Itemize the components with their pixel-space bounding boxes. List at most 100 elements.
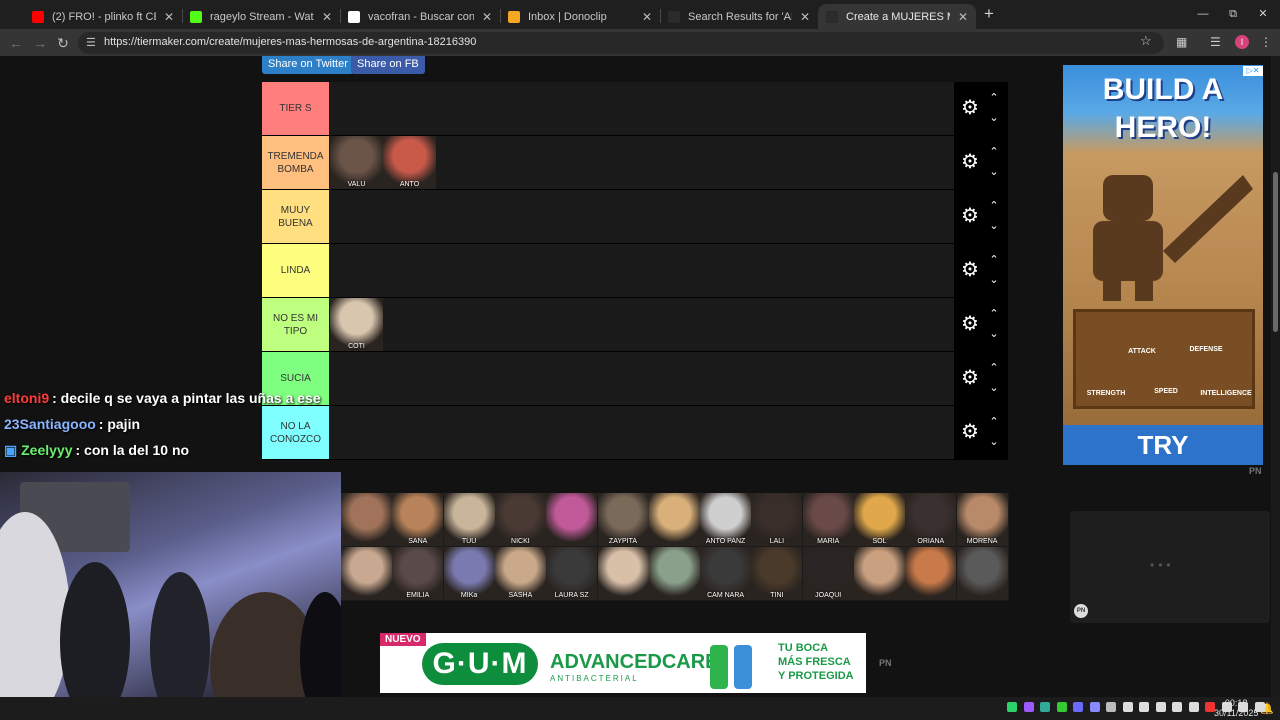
- tier-item-image[interactable]: [597, 547, 649, 600]
- tier-item-image[interactable]: MARIA: [802, 493, 854, 546]
- browser-tab[interactable]: rageylo Stream - Watch Live on ✕: [182, 4, 340, 29]
- share-twitter-button[interactable]: Share on Twitter: [262, 56, 354, 74]
- tray-icon[interactable]: [1089, 702, 1100, 712]
- tier-label[interactable]: TREMENDA BOMBA: [262, 136, 329, 189]
- move-down-icon[interactable]: ⌄: [986, 274, 1002, 286]
- move-up-icon[interactable]: ⌃: [986, 146, 1002, 158]
- tray-icon[interactable]: [1221, 702, 1232, 712]
- tier-item-image[interactable]: [648, 493, 700, 546]
- tier-item-image[interactable]: [341, 493, 392, 546]
- page-scrollbar[interactable]: [1271, 56, 1280, 697]
- tier-item-image[interactable]: [854, 547, 905, 600]
- tray-icon[interactable]: [1073, 702, 1083, 712]
- tier-item-image[interactable]: MIKa: [443, 547, 495, 600]
- tray-icon[interactable]: [1238, 702, 1248, 712]
- tier-item-image[interactable]: [341, 547, 392, 600]
- move-down-icon[interactable]: ⌄: [986, 328, 1002, 340]
- move-up-icon[interactable]: ⌃: [986, 200, 1002, 212]
- tier-item-image[interactable]: TUU: [443, 493, 495, 546]
- bottom-ad[interactable]: NUEVO G·U·M ADVANCEDCARE ANTIBACTERIAL T…: [380, 633, 866, 693]
- tab-close-icon[interactable]: ✕: [640, 10, 654, 24]
- forward-icon[interactable]: →: [30, 33, 50, 53]
- tier-item-image[interactable]: [956, 547, 1008, 600]
- side-ad[interactable]: BUILD A HERO! ATTACK DEFENSE STRENGTH SPEED…: [1063, 65, 1263, 465]
- tier-item-image[interactable]: CAM NARA: [700, 547, 752, 600]
- share-facebook-button[interactable]: Share on FB: [351, 56, 425, 74]
- tier-item-image[interactable]: JOAQUI: [802, 547, 854, 600]
- tier-item-image[interactable]: [905, 547, 957, 600]
- tab-close-icon[interactable]: ✕: [798, 10, 812, 24]
- move-down-icon[interactable]: ⌄: [986, 166, 1002, 178]
- tray-icon[interactable]: [1254, 702, 1265, 712]
- tab-close-icon[interactable]: ✕: [162, 10, 176, 24]
- tier-item-image[interactable]: NICKI: [494, 493, 546, 546]
- scrollbar-thumb[interactable]: [1273, 172, 1278, 332]
- tab-close-icon[interactable]: ✕: [320, 10, 334, 24]
- tab-close-icon[interactable]: ✕: [480, 10, 494, 24]
- tier-item-image[interactable]: ANTO PANZ: [700, 493, 752, 546]
- move-up-icon[interactable]: ⌃: [986, 254, 1002, 266]
- tier-item-image[interactable]: LAURA SZ: [546, 547, 598, 600]
- move-up-icon[interactable]: ⌃: [986, 362, 1002, 374]
- media-controls-icon[interactable]: ☰: [1210, 35, 1221, 49]
- tier-drop-zone[interactable]: [330, 82, 954, 135]
- tier-label[interactable]: TIER S: [262, 82, 329, 135]
- gear-icon[interactable]: ⚙: [959, 367, 981, 389]
- tab-close-icon[interactable]: ✕: [956, 10, 970, 24]
- move-up-icon[interactable]: ⌃: [986, 416, 1002, 428]
- ad-try-button[interactable]: TRY: [1063, 425, 1263, 465]
- menu-kebab-icon[interactable]: ⋮: [1260, 35, 1272, 49]
- site-info-icon[interactable]: ☰: [86, 37, 98, 49]
- tray-icon[interactable]: [1172, 702, 1182, 712]
- tier-item-image[interactable]: EMILIA: [392, 547, 444, 600]
- gear-icon[interactable]: ⚙: [959, 97, 981, 119]
- move-up-icon[interactable]: ⌃: [986, 92, 1002, 104]
- tray-icon[interactable]: [1155, 702, 1166, 712]
- tier-item-image[interactable]: ORIANA: [905, 493, 957, 546]
- tier-drop-zone[interactable]: COTI: [330, 298, 954, 351]
- tier-item-image[interactable]: TINI: [751, 547, 803, 600]
- tier-drop-zone[interactable]: [330, 244, 954, 297]
- tray-icon[interactable]: [1122, 702, 1133, 712]
- tier-drop-zone[interactable]: VALU ANTO: [330, 136, 954, 189]
- tier-item-image[interactable]: VALU: [330, 136, 383, 189]
- gear-icon[interactable]: ⚙: [959, 313, 981, 335]
- gear-icon[interactable]: ⚙: [959, 205, 981, 227]
- tray-icon[interactable]: [1056, 702, 1067, 712]
- browser-tab[interactable]: vacofran - Buscar con Google ✕: [340, 4, 500, 29]
- gear-icon[interactable]: ⚙: [959, 421, 981, 443]
- tray-icon[interactable]: [1188, 702, 1199, 712]
- restore-button[interactable]: ⧉: [1218, 4, 1248, 24]
- new-tab-button[interactable]: +: [980, 5, 998, 23]
- browser-tab[interactable]: Search Results for 'ARGENTINA ✕: [660, 4, 818, 29]
- tier-item-image[interactable]: SANA: [392, 493, 444, 546]
- tier-item-image[interactable]: ANTO: [383, 136, 436, 189]
- minimize-button[interactable]: —: [1188, 4, 1218, 24]
- tray-icon[interactable]: [1205, 702, 1215, 712]
- tier-label[interactable]: MUUY BUENA: [262, 190, 329, 243]
- tray-icon[interactable]: [1040, 702, 1050, 712]
- move-up-icon[interactable]: ⌃: [986, 308, 1002, 320]
- tier-item-image[interactable]: [546, 493, 598, 546]
- tray-icon[interactable]: [1139, 702, 1149, 712]
- tier-item-image[interactable]: LALI: [751, 493, 803, 546]
- url-field[interactable]: ☰ https://tiermaker.com/create/mujeres-m…: [78, 32, 1164, 54]
- close-window-button[interactable]: ✕: [1248, 4, 1278, 24]
- gear-icon[interactable]: ⚙: [959, 151, 981, 173]
- tray-icon[interactable]: [1106, 702, 1116, 712]
- profile-avatar[interactable]: I: [1235, 35, 1249, 49]
- tier-item-image[interactable]: [648, 547, 700, 600]
- tray-icon[interactable]: [1023, 702, 1034, 712]
- extensions-icon[interactable]: ▦: [1176, 35, 1187, 49]
- back-icon[interactable]: ←: [6, 33, 26, 53]
- tier-item-image[interactable]: ZAYPITA: [597, 493, 649, 546]
- tier-drop-zone[interactable]: [330, 352, 954, 405]
- tier-label[interactable]: NO ES MI TIPO: [262, 298, 329, 351]
- move-down-icon[interactable]: ⌄: [986, 112, 1002, 124]
- tray-icon[interactable]: [1007, 702, 1017, 712]
- move-down-icon[interactable]: ⌄: [986, 382, 1002, 394]
- ad-choices-icon[interactable]: ▷✕: [1243, 66, 1263, 76]
- gear-icon[interactable]: ⚙: [959, 259, 981, 281]
- browser-tab[interactable]: (2) FRO! - plinko ft CERO*, CLU ✕: [24, 4, 182, 29]
- tier-item-image[interactable]: MORENA: [956, 493, 1008, 546]
